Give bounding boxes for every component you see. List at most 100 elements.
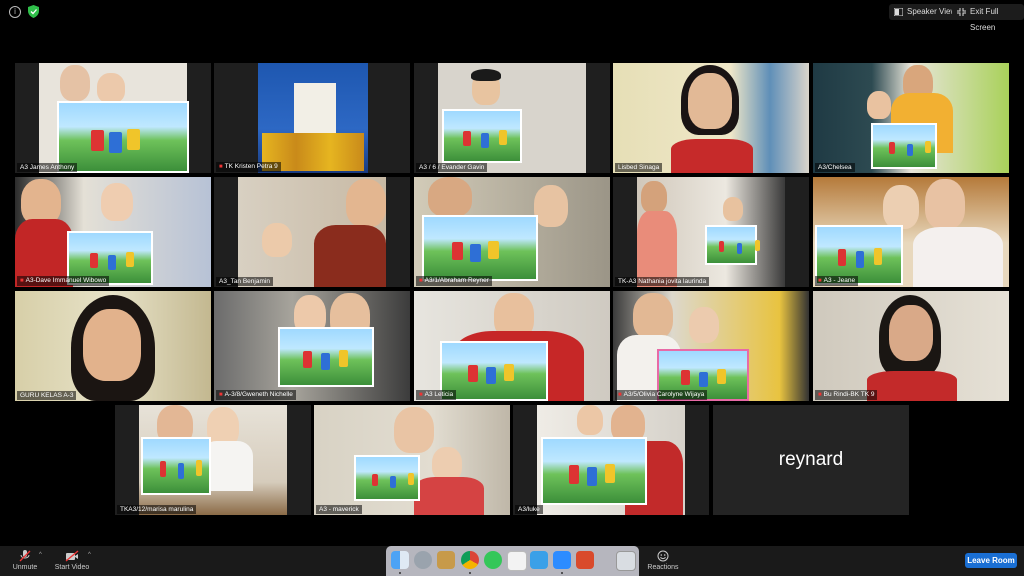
participant-name: ■ A-3/8/Gweneth Nichelle (216, 390, 296, 400)
participant-face (723, 197, 743, 221)
video-tile[interactable]: ■ TK Kristen Petra 9 (214, 63, 410, 173)
participant-face (577, 405, 603, 435)
video-tile[interactable]: ■ A3-Dave Immanuel Wibowo (15, 177, 211, 287)
speaker-view-icon (894, 8, 903, 16)
exit-full-screen-button[interactable]: Exit Full Screen (952, 4, 1024, 32)
video-off-icon (65, 550, 79, 562)
participant-name: A3 / 6 / Evander Gavin (416, 163, 488, 172)
participant-name: ■ A3 Leticia (416, 390, 457, 400)
video-tile[interactable]: ■ A3/5/Olivia Carolyne Wijaya (613, 291, 809, 401)
participant-face (689, 307, 719, 343)
participant-name: A3 - maverick (316, 505, 362, 514)
mic-muted-icon: ■ (20, 278, 24, 284)
video-tile[interactable]: ■ Bu Rindi-BK TK 9 (813, 291, 1009, 401)
participant-face (688, 73, 732, 129)
participant-name: A3/Chelsea (815, 163, 855, 172)
speaker-view-label: Speaker View (907, 7, 957, 16)
video-tile[interactable]: TKA3/12/marisa marulina (115, 405, 311, 515)
start-video-label: Start Video (54, 564, 90, 571)
participant-face (97, 73, 125, 103)
chrome-icon[interactable] (461, 551, 479, 569)
video-tile-active-speaker[interactable]: GURU KELAS A-3 (15, 291, 211, 401)
video-tile[interactable]: A3/Chelsea (813, 63, 1009, 173)
mic-muted-icon: ■ (419, 392, 423, 398)
child-drawing (871, 123, 937, 169)
unmute-button[interactable]: Unmute (10, 550, 40, 571)
video-tile[interactable]: Lisbed Sinaga (613, 63, 809, 173)
video-tile[interactable]: ■ A-3/8/Gweneth Nichelle (214, 291, 410, 401)
mic-muted-icon (19, 550, 31, 562)
participant-name: ■ Bu Rindi-BK TK 9 (815, 390, 878, 400)
textedit-icon[interactable] (507, 551, 527, 571)
participant-face (633, 293, 673, 339)
info-icon[interactable]: i (9, 6, 21, 18)
macos-dock (386, 546, 639, 576)
audio-options-caret[interactable]: ^ (39, 552, 42, 558)
participant-shirt (314, 225, 386, 287)
zoom-icon[interactable] (553, 551, 571, 569)
participant-name-centered: reynard (713, 405, 909, 515)
participant-shirt (913, 227, 1003, 287)
participant-face (83, 309, 141, 381)
video-tile[interactable]: A3/luke (513, 405, 709, 515)
child-drawing (442, 109, 522, 163)
participant-face (889, 305, 933, 361)
mic-muted-icon: ■ (818, 278, 822, 284)
running-indicator (469, 572, 471, 574)
mic-muted-icon: ■ (419, 278, 423, 284)
participant-face (641, 181, 667, 213)
participant-name: Lisbed Sinaga (615, 163, 663, 172)
mic-muted-icon: ■ (618, 392, 622, 398)
child-drawing (541, 437, 647, 505)
shield-icon[interactable] (28, 5, 39, 18)
video-tile[interactable]: A3 - maverick (314, 405, 510, 515)
reactions-label: Reactions (647, 564, 679, 571)
video-tile[interactable]: A3 James Anthony (15, 63, 211, 173)
participant-name: ■ TK Kristen Petra 9 (216, 162, 281, 172)
start-video-button[interactable]: Start Video (52, 550, 92, 571)
mic-muted-icon: ■ (818, 392, 822, 398)
participant-name: ■ A3 - Jeane (815, 276, 859, 286)
participant-name: GURU KELAS A-3 (17, 391, 77, 400)
unmute-label: Unmute (12, 564, 38, 571)
video-tile[interactable]: A3_Tan Benjamin (214, 177, 410, 287)
video-tile[interactable]: TK-A3 Nathania jovita laurinda (613, 177, 809, 287)
participant-name: ■ A3-Dave Immanuel Wibowo (17, 276, 110, 286)
whatsapp-icon[interactable] (484, 551, 502, 569)
participant-face (346, 179, 386, 227)
child-drawing (354, 455, 420, 501)
participant-shirt (414, 477, 484, 515)
participant-shirt (637, 211, 677, 287)
launchpad-icon[interactable] (414, 551, 432, 569)
video-tile[interactable]: ■ A3 Leticia (414, 291, 610, 401)
video-tile-no-video[interactable]: reynard (713, 405, 909, 515)
participant-face (262, 223, 292, 257)
mic-muted-icon: ■ (219, 392, 223, 398)
notes-icon[interactable] (437, 551, 455, 569)
participant-shirt (671, 139, 753, 173)
powerpoint-icon[interactable] (576, 551, 594, 569)
participant-name: A3_Tan Benjamin (216, 277, 273, 286)
child-drawing (141, 437, 211, 495)
participant-face (867, 91, 891, 119)
finder-icon[interactable] (391, 551, 409, 569)
participant-name: TK-A3 Nathania jovita laurinda (615, 277, 710, 286)
trash-icon[interactable] (616, 551, 636, 571)
participant-face (432, 447, 462, 481)
video-tile[interactable]: A3 / 6 / Evander Gavin (414, 63, 610, 173)
keynote-icon[interactable] (530, 551, 548, 569)
video-tile[interactable]: ■ A3/1/Abraham Reyner (414, 177, 610, 287)
video-options-caret[interactable]: ^ (88, 552, 91, 558)
participant-face (60, 65, 90, 101)
participant-face (394, 407, 434, 453)
participant-hair (471, 69, 501, 81)
reactions-button[interactable]: Reactions (645, 550, 681, 571)
child-drawing (440, 341, 548, 401)
leave-room-button[interactable]: Leave Room (965, 553, 1017, 568)
participant-face (883, 185, 919, 229)
exit-full-screen-label: Exit Full Screen (970, 7, 999, 32)
participant-name: A3/luke (515, 505, 543, 514)
video-tile[interactable]: ■ A3 - Jeane (813, 177, 1009, 287)
participant-face (925, 179, 965, 229)
running-indicator (561, 572, 563, 574)
